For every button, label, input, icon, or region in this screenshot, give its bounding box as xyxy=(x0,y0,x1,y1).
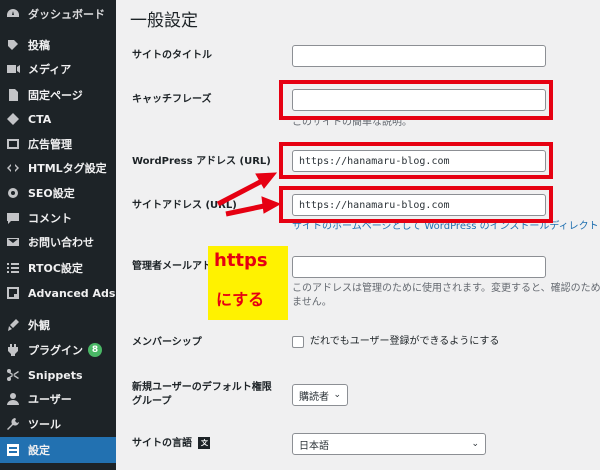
tag-icon xyxy=(6,112,20,126)
user-icon xyxy=(6,392,20,406)
sidebar-item-label: プラグイン xyxy=(28,344,83,357)
highlight-box-site-address xyxy=(279,186,553,223)
scissors-icon xyxy=(6,368,20,382)
annotation-line1: https xyxy=(214,250,268,271)
sidebar-item-comments[interactable]: コメント xyxy=(0,206,116,230)
sidebar-item-seo[interactable]: SEO設定 xyxy=(0,181,116,205)
sidebar-item-cta[interactable]: CTA xyxy=(0,107,116,131)
sidebar-item-users[interactable]: ユーザー xyxy=(0,387,116,411)
brush-icon xyxy=(6,318,20,332)
sidebar-item-settings[interactable]: 設定 xyxy=(0,437,116,463)
sidebar-item-label: メディア xyxy=(28,63,72,76)
sidebar-item-label: SEO設定 xyxy=(28,187,75,200)
membership-label: メンバーシップ xyxy=(132,337,202,348)
sidebar-item-label: 投稿 xyxy=(28,39,50,52)
code-icon xyxy=(6,161,20,175)
sidebar-item-label: ツール xyxy=(28,418,61,431)
sidebar-item-label: Advanced Ads xyxy=(28,286,116,300)
sidebar-item-label: RTOC設定 xyxy=(28,262,83,275)
ad-icon xyxy=(6,137,20,151)
mail-icon xyxy=(6,235,20,249)
membership-option-label[interactable]: だれでもユーザー登録ができるようにする xyxy=(310,335,499,349)
annotation-line2: にする xyxy=(216,290,265,309)
sidebar-item-label: お問い合わせ xyxy=(28,236,94,249)
highlight-box-wp-address xyxy=(279,142,553,179)
media-icon xyxy=(6,62,20,76)
sidebar-item-media[interactable]: メディア xyxy=(0,57,116,81)
sidebar-item-pages[interactable]: 固定ページ xyxy=(0,83,116,107)
default-role-label: 新規ユーザーのデフォルト権限 xyxy=(132,382,272,393)
tagline-label: キャッチフレーズ xyxy=(132,94,212,105)
translate-icon: 文 xyxy=(198,437,211,449)
page-icon xyxy=(6,88,20,102)
gear-icon xyxy=(6,186,20,200)
sidebar-item-label: ユーザー xyxy=(28,393,72,406)
wrench-icon xyxy=(6,417,20,431)
sidebar-item-posts[interactable]: 投稿 xyxy=(0,33,116,57)
site-address-label: サイトアドレス (URL) xyxy=(132,200,237,211)
sidebar-item-label: 広告管理 xyxy=(28,138,72,151)
sidebar-item-label: 固定ページ xyxy=(28,89,83,102)
site-title-label: サイトのタイトル xyxy=(132,50,212,61)
site-language-select[interactable]: 日本語 ⌄ xyxy=(292,433,486,455)
sidebar-item-ads[interactable]: 広告管理 xyxy=(0,132,116,156)
admin-email-label: 管理者メールアドレス xyxy=(132,261,212,272)
sidebar-item-label: コメント xyxy=(28,212,72,225)
wp-address-label: WordPress アドレス (URL) xyxy=(132,156,271,167)
sidebar-item-label: 設定 xyxy=(28,444,50,457)
sidebar-item-plugins[interactable]: プラグイン 8 xyxy=(0,338,116,362)
admin-email-input[interactable] xyxy=(292,256,546,278)
sidebar-item-label: CTA xyxy=(28,112,52,126)
sidebar-item-label: HTMLタグ設定 xyxy=(28,162,107,175)
https-annotation: https にする xyxy=(208,246,288,320)
sidebar-item-label: 外観 xyxy=(28,319,50,332)
sidebar-item-label: Snippets xyxy=(28,368,83,382)
settings-icon xyxy=(6,443,20,457)
sidebar-item-tools[interactable]: ツール xyxy=(0,412,116,436)
admin-email-description: このアドレスは管理のために使用されます。変更すると、確認のため xyxy=(292,283,600,294)
sidebar-item-appearance[interactable]: 外観 xyxy=(0,313,116,337)
chevron-down-icon: ⌄ xyxy=(471,439,479,449)
plugin-icon xyxy=(6,343,20,357)
settings-main: 一般設定 サイトのタイトル キャッチフレーズ このサイトの簡単な説明。 Word… xyxy=(116,0,600,470)
site-language-value: 日本語 xyxy=(299,440,329,452)
comment-icon xyxy=(6,211,20,225)
sidebar-item-dashboard[interactable]: ダッシュボード xyxy=(0,2,116,26)
site-language-label: サイトの言語 文 xyxy=(132,437,211,451)
page-title: 一般設定 xyxy=(130,11,198,31)
sidebar-item-html-tags[interactable]: HTMLタグ設定 xyxy=(0,156,116,180)
chevron-down-icon: ⌄ xyxy=(333,390,341,400)
membership-checkbox[interactable] xyxy=(292,336,304,348)
sidebar-item-advanced-ads[interactable]: Advanced Ads xyxy=(0,281,116,305)
default-role-value: 購読者 xyxy=(299,391,329,403)
admin-sidebar: ダッシュボード 投稿 メディア 固定ページ CTA 広告管理 HTMLタグ設定 … xyxy=(0,0,116,470)
sidebar-item-label: ダッシュボード xyxy=(28,8,105,21)
highlight-box-tagline xyxy=(279,80,553,120)
sidebar-item-rtoc[interactable]: RTOC設定 xyxy=(0,256,116,280)
list-icon xyxy=(6,261,20,275)
sidebar-item-snippets[interactable]: Snippets xyxy=(0,363,116,387)
admin-email-description-cont: ません。 xyxy=(292,297,332,308)
ads-icon xyxy=(6,286,20,300)
default-role-label-cont: グループ xyxy=(132,396,172,407)
pin-icon xyxy=(6,38,20,52)
sidebar-item-contact[interactable]: お問い合わせ xyxy=(0,230,116,254)
dashboard-icon xyxy=(6,7,20,21)
update-count-badge: 8 xyxy=(88,343,102,357)
default-role-select[interactable]: 購読者 ⌄ xyxy=(292,384,348,406)
site-title-input[interactable] xyxy=(292,45,546,67)
